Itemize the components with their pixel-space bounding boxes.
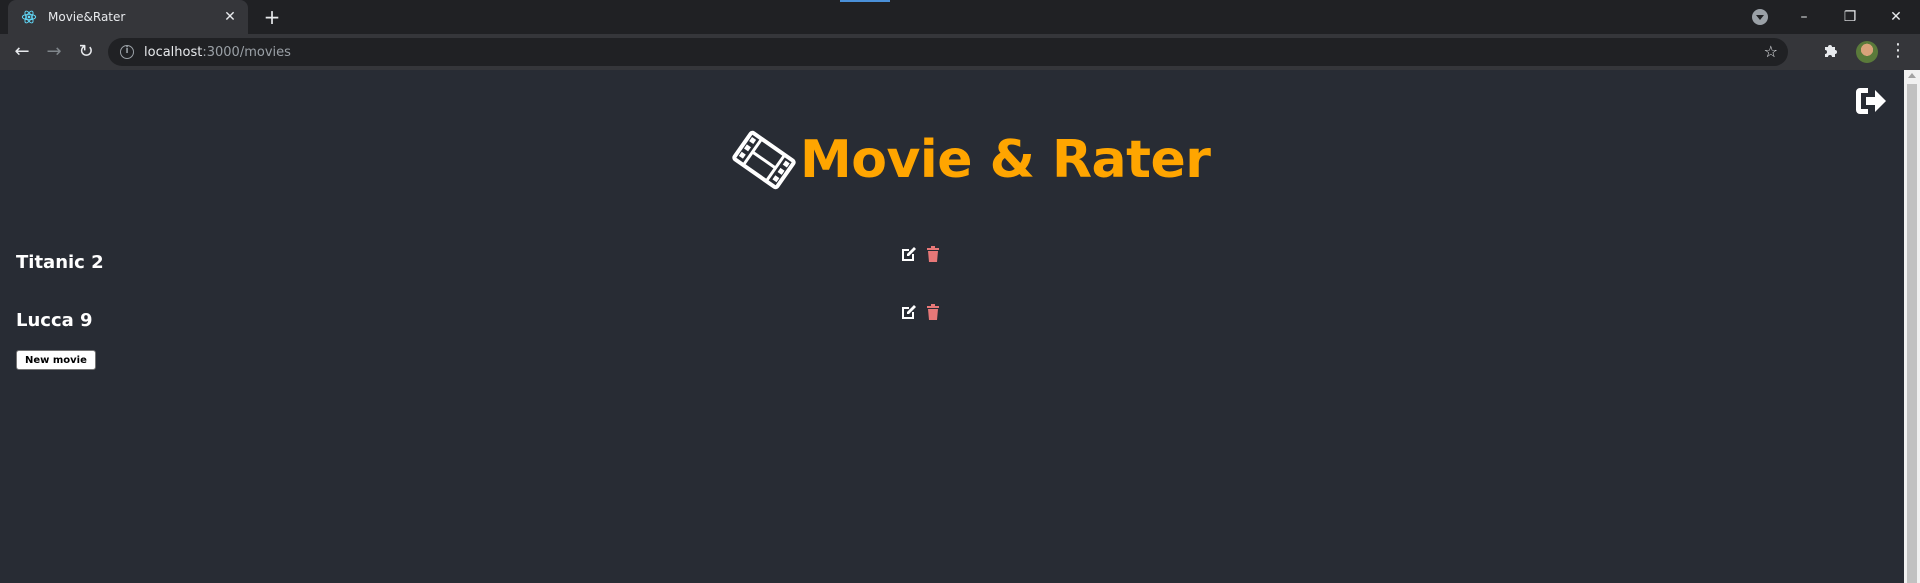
- new-tab-button[interactable]: +: [260, 5, 284, 29]
- trash-icon[interactable]: [924, 245, 942, 263]
- reload-icon[interactable]: ↻: [74, 40, 98, 64]
- tab-search-icon[interactable]: [1752, 9, 1768, 25]
- back-arrow-icon[interactable]: ←: [10, 40, 34, 64]
- browser-tab[interactable]: Movie&Rater ✕: [8, 0, 248, 34]
- new-movie-button[interactable]: New movie: [16, 350, 96, 370]
- page-content: Movie & Rater Titanic 2 Lucca 9 New movi…: [0, 70, 1904, 583]
- scroll-thumb[interactable]: [1907, 84, 1917, 583]
- tab-strip-accent: [840, 0, 890, 2]
- minimize-button[interactable]: –: [1784, 4, 1824, 30]
- edit-icon[interactable]: [900, 245, 918, 263]
- forward-arrow-icon[interactable]: →: [42, 40, 66, 64]
- browser-toolbar: ← → ↻ i localhost:3000/movies ☆ ⋮: [0, 34, 1920, 70]
- bookmark-star-icon[interactable]: ☆: [1764, 42, 1778, 61]
- menu-kebab-icon[interactable]: ⋮: [1888, 40, 1908, 61]
- sign-out-icon[interactable]: [1854, 86, 1888, 116]
- tab-close-icon[interactable]: ✕: [222, 9, 238, 25]
- movie-title[interactable]: Titanic 2: [16, 252, 104, 273]
- browser-tab-bar: Movie&Rater ✕ + – ❐ ✕: [0, 0, 1920, 34]
- tab-title: Movie&Rater: [48, 10, 126, 24]
- url-path: :3000/movies: [202, 44, 291, 60]
- profile-avatar[interactable]: [1856, 41, 1878, 63]
- url-host: localhost: [144, 44, 203, 60]
- trash-icon[interactable]: [924, 303, 942, 321]
- film-icon: [732, 130, 796, 190]
- movie-title[interactable]: Lucca 9: [16, 310, 93, 331]
- app-header: Movie & Rater: [730, 126, 1211, 194]
- address-bar[interactable]: i localhost:3000/movies ☆: [108, 38, 1788, 66]
- extensions-puzzle-icon[interactable]: [1822, 42, 1838, 62]
- react-icon: [20, 8, 38, 26]
- page-scrollbar[interactable]: [1904, 70, 1920, 583]
- info-icon[interactable]: i: [120, 45, 134, 59]
- movie-row-actions: [900, 303, 942, 321]
- movie-row-actions: [900, 245, 942, 263]
- restore-button[interactable]: ❐: [1830, 4, 1870, 30]
- close-window-button[interactable]: ✕: [1876, 4, 1916, 30]
- app-title: Movie & Rater: [800, 130, 1211, 190]
- edit-icon[interactable]: [900, 303, 918, 321]
- scroll-up-arrow-icon[interactable]: [1908, 73, 1916, 78]
